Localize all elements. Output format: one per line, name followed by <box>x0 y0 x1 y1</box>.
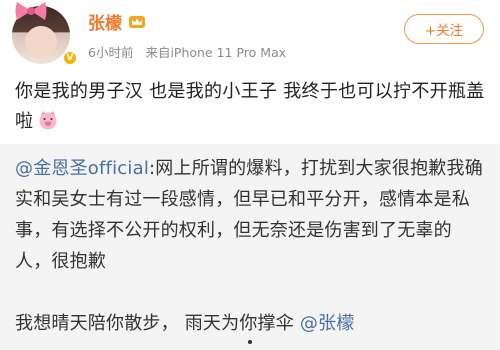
username[interactable]: 张檬 <box>88 9 122 34</box>
post-source: 来自iPhone 11 Pro Max <box>145 45 287 60</box>
avatar[interactable]: V <box>12 2 78 66</box>
follow-button[interactable]: +关注 <box>404 14 484 44</box>
post-meta: 6小时前 来自iPhone 11 Pro Max <box>88 42 294 61</box>
post-time: 6小时前 <box>88 45 134 60</box>
repost-text: @金恩圣official:网上所谓的爆料，打扰到大家很抱歉我确实和吴女士有过一段… <box>15 153 485 277</box>
pig-icon <box>39 111 57 130</box>
name-row: 张檬 <box>88 9 146 34</box>
crown-icon <box>129 16 145 28</box>
repost-line2-text: 我想晴天陪你散步， 雨天为你撑伞 <box>15 313 300 334</box>
repost-line2: 我想晴天陪你散步， 雨天为你撑伞 @张檬 <box>15 308 485 339</box>
repost-author-mention[interactable]: @金恩圣official <box>15 158 149 179</box>
post-text: 你是我的男子汉 也是我的小王子 我终于也可以拧不开瓶盖啦 <box>15 81 485 132</box>
post-header: V 张檬 6小时前 来自iPhone 11 Pro Max +关注 <box>0 0 500 68</box>
verified-icon: V <box>62 50 78 66</box>
repost-box[interactable]: @金恩圣official:网上所谓的爆料，打扰到大家很抱歉我确实和吴女士有过一段… <box>0 144 500 350</box>
repost-line2-mention[interactable]: @张檬 <box>300 313 355 334</box>
page-indicator-dot <box>248 340 252 344</box>
bow-icon <box>15 2 47 20</box>
post-body: 你是我的男子汉 也是我的小王子 我终于也可以拧不开瓶盖啦 <box>15 77 485 137</box>
